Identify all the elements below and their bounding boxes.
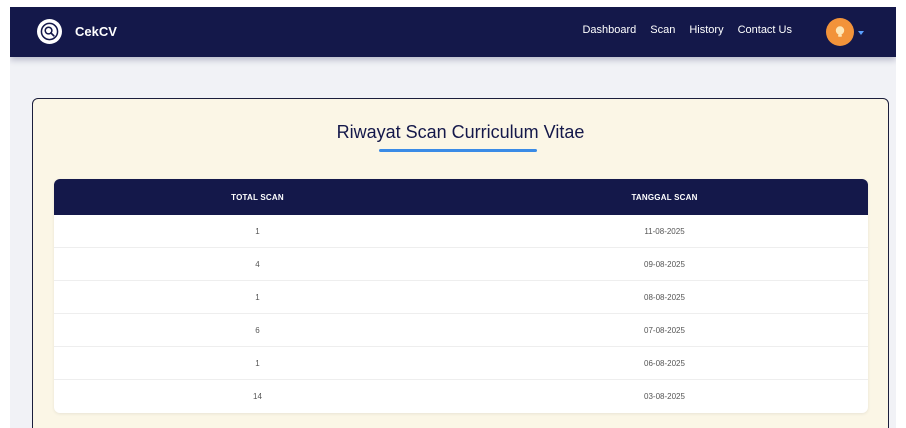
cell-tanggal-scan: 09-08-2025 [644,259,685,269]
cell-total-scan: 4 [255,259,260,269]
table-header: TOTAL SCAN TANGGAL SCAN [54,179,868,215]
chevron-down-icon[interactable] [858,31,864,35]
cell-tanggal-scan: 08-08-2025 [644,292,685,302]
table-row: 14 03-08-2025 [54,380,868,413]
cell-tanggal-scan: 11-08-2025 [644,226,685,236]
avatar[interactable] [826,18,854,46]
cell-total-scan: 6 [255,325,260,335]
nav-contact-us[interactable]: Contact Us [738,24,792,36]
history-card: Riwayat Scan Curriculum Vitae TOTAL SCAN… [32,98,889,428]
nav-dashboard[interactable]: Dashboard [582,24,636,36]
cell-total-scan: 1 [255,226,260,236]
header-total-scan: TOTAL SCAN [231,192,284,202]
history-table: TOTAL SCAN TANGGAL SCAN 1 11-08-2025 4 0… [54,179,868,413]
brand-name[interactable]: CekCV [75,24,117,39]
table-row: 1 11-08-2025 [54,215,868,248]
table-row: 4 09-08-2025 [54,248,868,281]
cell-tanggal-scan: 07-08-2025 [644,325,685,335]
cell-total-scan: 14 [253,392,262,401]
navbar: CekCV Dashboard Scan History Contact Us [10,7,896,57]
nav-scan[interactable]: Scan [650,24,675,36]
header-tanggal-scan: TANGGAL SCAN [631,192,698,202]
cell-total-scan: 1 [255,292,260,302]
title-underline [379,149,537,152]
page-title: Riwayat Scan Curriculum Vitae [336,122,585,142]
nav-links: Dashboard Scan History Contact Us [582,24,792,36]
table-row: 1 08-08-2025 [54,281,868,314]
page: CekCV Dashboard Scan History Contact Us … [10,7,896,428]
table-row: 1 06-08-2025 [54,347,868,380]
cell-tanggal-scan: 03-08-2025 [644,392,685,401]
logo-icon[interactable] [37,19,62,44]
user-menu[interactable] [826,18,864,46]
table-row: 6 07-08-2025 [54,314,868,347]
cell-total-scan: 1 [255,358,260,368]
lightbulb-icon [835,26,845,37]
nav-history[interactable]: History [689,24,723,36]
cell-tanggal-scan: 06-08-2025 [644,358,685,368]
